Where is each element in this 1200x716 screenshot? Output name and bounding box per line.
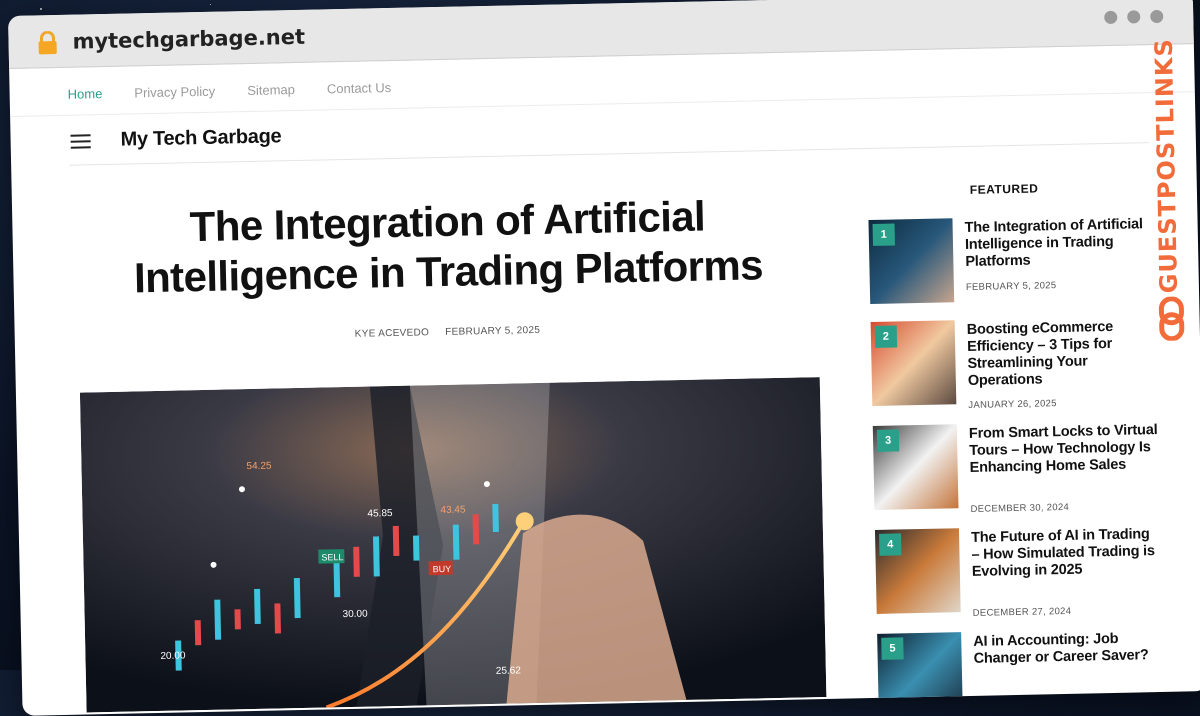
window-controls: [1104, 9, 1164, 25]
site-header: My Tech Garbage: [68, 100, 1149, 166]
hero-buy-tag: BUY: [433, 564, 452, 574]
window-dot-icon[interactable]: [1127, 10, 1141, 24]
nav-home[interactable]: Home: [67, 86, 102, 102]
featured-number: 2: [874, 325, 898, 348]
watermark-text: GUESTPOSTLINKS: [1149, 37, 1184, 294]
hero-sell-tag: SELL: [321, 552, 343, 562]
featured-date: FEBRUARY 5, 2025: [965, 280, 1057, 293]
lock-icon: [38, 30, 57, 55]
top-nav: Home Privacy Policy Sitemap Contact Us: [67, 80, 391, 102]
featured-item[interactable]: 4 The Future of AI in Trading – How Simu…: [874, 524, 1177, 625]
article-title: The Integration of Artificial Intelligen…: [133, 192, 764, 302]
featured-item[interactable]: 1 The Integration of Artificial Intellig…: [868, 214, 1170, 315]
featured-number: 3: [876, 429, 900, 452]
featured-title[interactable]: The Integration of Artificial Intelligen…: [964, 216, 1155, 271]
hero-price-4: 30.00: [342, 609, 368, 621]
featured-heading: FEATURED: [969, 181, 1039, 197]
featured-number: 5: [881, 637, 904, 660]
browser-chrome: mytechgarbage.net: [8, 0, 1194, 69]
featured-number: 4: [879, 533, 902, 556]
hero-price-1: 54.25: [246, 461, 272, 473]
article-meta: KYE ACEVEDO FEBRUARY 5, 2025: [355, 325, 541, 340]
nav-contact-us[interactable]: Contact Us: [327, 80, 392, 96]
hero-price-5: 20.00: [160, 650, 186, 662]
window-dot-icon[interactable]: [1150, 9, 1164, 24]
featured-title[interactable]: From Smart Locks to Virtual Tours – How …: [969, 422, 1160, 477]
hero-image: 54.25 45.85 43.45 30.00 20.00 25.62 SELL…: [79, 377, 827, 713]
nav-sitemap[interactable]: Sitemap: [247, 82, 295, 98]
featured-item[interactable]: 5 AI in Accounting: Job Changer or Caree…: [877, 628, 1179, 716]
link-icon: [1158, 296, 1185, 342]
browser-window: mytechgarbage.net Home Privacy Policy Si…: [8, 0, 1200, 716]
article-date: FEBRUARY 5, 2025: [445, 324, 541, 338]
featured-title[interactable]: AI in Accounting: Job Changer or Career …: [973, 630, 1164, 668]
featured-number: 1: [872, 223, 896, 246]
menu-icon[interactable]: [70, 134, 91, 149]
window-dot-icon[interactable]: [1104, 10, 1118, 25]
featured-title[interactable]: Boosting eCommerce Efficiency – 3 Tips f…: [967, 318, 1158, 390]
featured-date: JANUARY 26, 2025: [968, 398, 1057, 411]
watermark: GUESTPOSTLINKS: [1146, 38, 1192, 347]
featured-date: DECEMBER 30, 2024: [970, 501, 1070, 515]
article-author[interactable]: KYE ACEVEDO: [355, 327, 430, 340]
featured-item[interactable]: 2 Boosting eCommerce Efficiency – 3 Tips…: [870, 316, 1173, 417]
featured-title[interactable]: The Future of AI in Trading – How Simula…: [971, 526, 1162, 581]
site-name[interactable]: My Tech Garbage: [120, 125, 281, 151]
featured-item[interactable]: 3 From Smart Locks to Virtual Tours – Ho…: [872, 420, 1175, 521]
nav-privacy-policy[interactable]: Privacy Policy: [134, 84, 215, 101]
featured-date: DECEMBER 27, 2024: [972, 605, 1072, 619]
hero-price-6: 25.62: [496, 665, 522, 677]
hero-price-3: 43.45: [440, 505, 466, 517]
hero-price-2: 45.85: [367, 508, 393, 520]
address-bar-url[interactable]: mytechgarbage.net: [72, 25, 305, 54]
